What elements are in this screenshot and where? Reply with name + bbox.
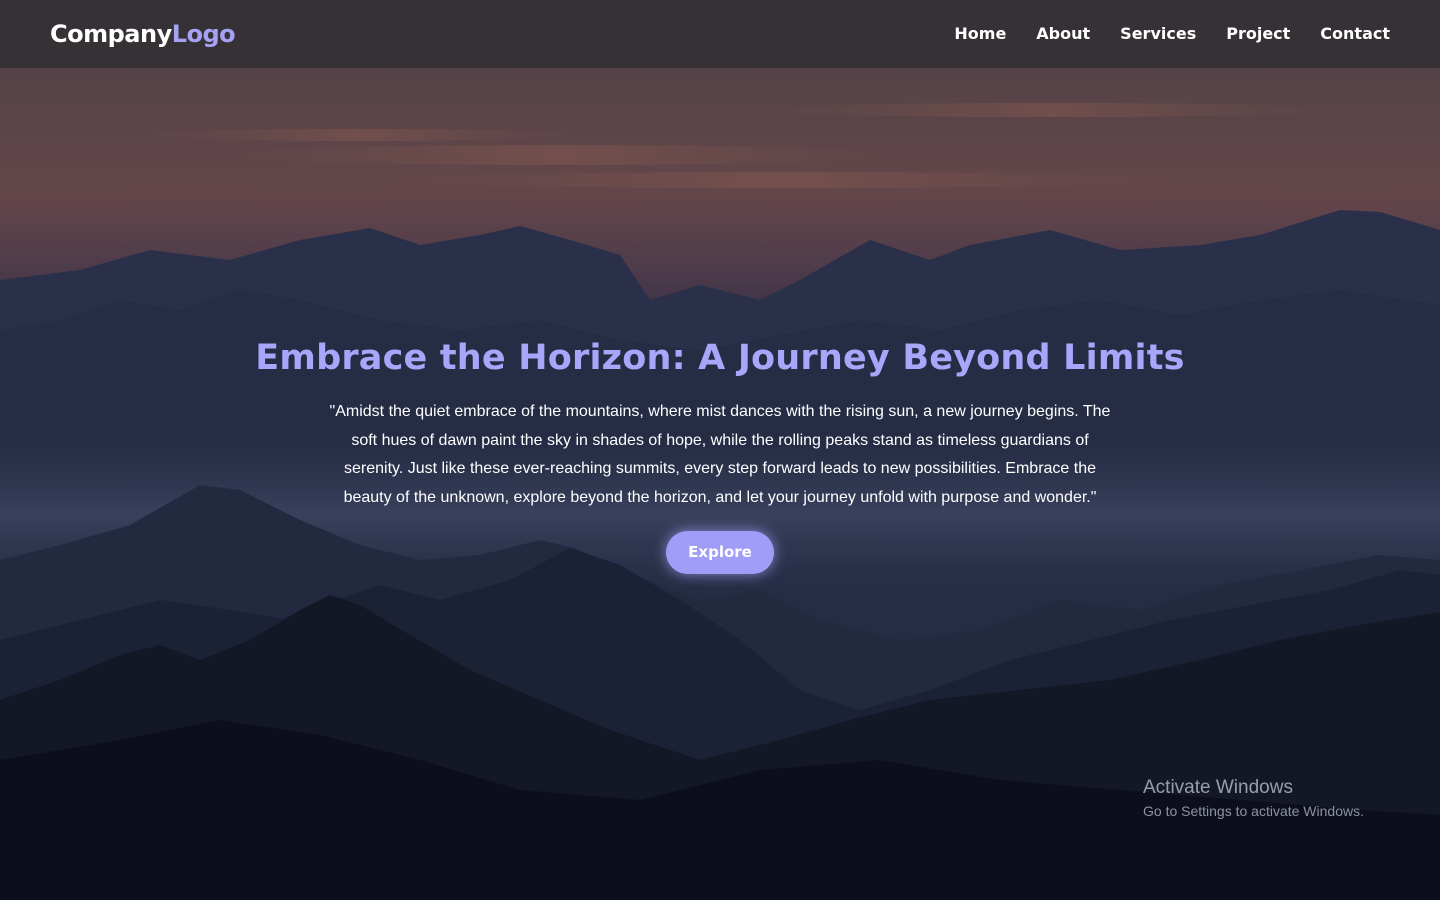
nav-link-contact[interactable]: Contact — [1320, 24, 1390, 43]
top-navbar: CompanyLogo Home About Services Project … — [0, 0, 1440, 68]
logo-accent-text: Logo — [171, 20, 236, 48]
nav-link-services[interactable]: Services — [1120, 24, 1196, 43]
hero-section: Embrace the Horizon: A Journey Beyond Li… — [0, 330, 1440, 574]
watermark-title: Activate Windows — [1143, 777, 1293, 798]
hero-title: Embrace the Horizon: A Journey Beyond Li… — [255, 338, 1185, 378]
watermark-subtitle: Go to Settings to activate Windows. — [1143, 803, 1364, 819]
nav-links: Home About Services Project Contact — [954, 24, 1390, 44]
hero-paragraph: "Amidst the quiet embrace of the mountai… — [329, 403, 1111, 507]
nav-link-project[interactable]: Project — [1226, 24, 1290, 43]
explore-button[interactable]: Explore — [666, 530, 774, 574]
nav-link-home[interactable]: Home — [954, 24, 1006, 43]
logo-company-text: Company — [50, 20, 172, 48]
company-logo[interactable]: CompanyLogo — [50, 20, 236, 48]
nav-link-about[interactable]: About — [1036, 24, 1090, 43]
landing-page: CompanyLogo Home About Services Project … — [0, 0, 1440, 900]
windows-activation-watermark: Activate Windows Go to Settings to activ… — [1143, 776, 1364, 821]
